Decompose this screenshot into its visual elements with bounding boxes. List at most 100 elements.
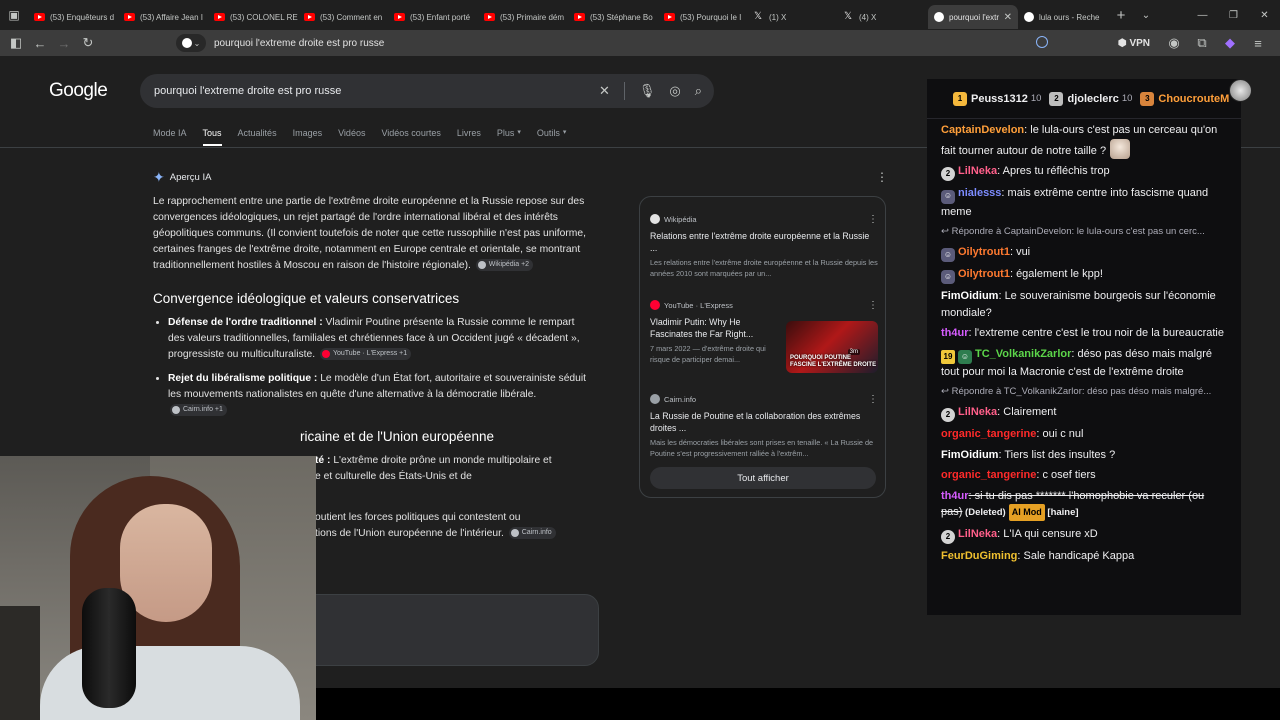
x-icon: 𝕏 xyxy=(844,11,853,22)
source-title[interactable]: Vladimir Putin: Why He Fascinates the Fa… xyxy=(650,317,780,340)
tab-plus[interactable]: Plus xyxy=(497,128,515,146)
mic-icon[interactable]: 🎙 xyxy=(639,83,656,99)
chat-username[interactable]: LilNeka xyxy=(958,528,997,540)
browser-tab[interactable]: (53) Affaire Jean I xyxy=(118,5,208,29)
source-card[interactable]: Wikipédia ⋮ Relations entre l'extrême dro… xyxy=(650,213,878,279)
reply-context[interactable]: ↩ Répondre à TC_VolkanikZarlor: déso pas… xyxy=(941,384,1227,401)
address-text[interactable]: pourquoi l'extreme droite est pro russe xyxy=(214,38,384,49)
source-title[interactable]: La Russie de Poutine et la collaboration… xyxy=(650,411,878,434)
source-chip[interactable]: Cairn.info xyxy=(508,527,556,540)
leader-name[interactable]: djoleclerc xyxy=(1067,93,1118,105)
profile-icon[interactable]: ◉ xyxy=(1162,31,1186,55)
browser-tab[interactable]: 𝕏 (1) X xyxy=(748,5,838,29)
restore-icon[interactable]: ❐ xyxy=(1218,0,1249,30)
browser-tab[interactable]: 𝕏 (4) X xyxy=(838,5,928,29)
vpn-button[interactable]: ⬢ VPN xyxy=(1118,38,1150,49)
chat-username[interactable]: th4ur xyxy=(941,490,969,502)
chat-username[interactable]: Oilytrout1 xyxy=(958,246,1010,258)
tab-outils[interactable]: Outils xyxy=(537,128,560,146)
user-badge-icon: ☺ xyxy=(941,270,955,284)
show-all-button[interactable]: Tout afficher xyxy=(650,467,876,489)
leader-name[interactable]: Peuss1312 xyxy=(971,93,1028,105)
tab-title: (53) Comment en xyxy=(320,12,383,22)
lens-icon[interactable]: ◎ xyxy=(669,83,680,99)
source-title[interactable]: Relations entre l'extrême droite europée… xyxy=(650,231,878,254)
source-site: Wikipédia xyxy=(664,214,697,224)
tab-search-icon[interactable]: ▣ xyxy=(0,0,28,30)
source-card[interactable]: Cairn.info ⋮ La Russie de Poutine et la c… xyxy=(650,393,878,459)
close-tab-icon[interactable]: ✕ xyxy=(1000,12,1012,23)
search-icon[interactable]: ⌕ xyxy=(695,83,702,99)
tab-list-dropdown[interactable]: ⌄ xyxy=(1134,10,1158,21)
leader-name[interactable]: ChoucrouteM xyxy=(1158,93,1229,105)
browser-tab[interactable]: (53) Primaire dém xyxy=(478,5,568,29)
tab-images[interactable]: Images xyxy=(293,128,323,146)
chat-username[interactable]: FimOidium xyxy=(941,290,998,302)
tab-livres[interactable]: Livres xyxy=(457,128,481,146)
browser-tab[interactable]: (53) Enquêteurs d xyxy=(28,5,118,29)
browser-tab[interactable]: lula ours - Reche xyxy=(1018,5,1108,29)
browser-tab[interactable]: (53) Enfant porté xyxy=(388,5,478,29)
wallet-icon[interactable]: ◆ xyxy=(1218,31,1242,55)
browser-tab[interactable]: (53) Stéphane Bo xyxy=(568,5,658,29)
chat-username[interactable]: nialesss xyxy=(958,187,1001,199)
clear-icon[interactable]: ✕ xyxy=(599,83,610,99)
tab-vid-os-courtes[interactable]: Vidéos courtes xyxy=(381,128,440,146)
browser-tab[interactable]: (53) Pourquoi le I xyxy=(658,5,748,29)
tab-tous[interactable]: Tous xyxy=(202,128,222,146)
search-input[interactable]: pourquoi l'extreme droite est pro russe xyxy=(154,85,341,97)
chat-message: 2 LilNeka: Clairement xyxy=(941,404,1227,422)
tab-title: (53) Pourquoi le I xyxy=(680,12,742,22)
chat-message: 19 ☺ TC_VolkanikZarlor: déso pas déso mais… xyxy=(941,346,1227,381)
chat-username[interactable]: CaptainDevelon xyxy=(941,124,1024,136)
source-chip[interactable]: Wikipédia +2 xyxy=(475,259,534,272)
source-chip[interactable]: Cairn.info +1 xyxy=(170,404,227,417)
source-chip[interactable]: YouTube · L'Express +1 xyxy=(319,348,412,361)
avatar[interactable] xyxy=(1229,79,1252,102)
chat-username[interactable]: LilNeka xyxy=(958,406,997,418)
chat-username[interactable]: TC_VolkanikZarlor xyxy=(975,348,1071,360)
more-options-icon[interactable]: ⋮ xyxy=(876,170,888,184)
chat-username[interactable]: LilNeka xyxy=(958,165,997,177)
section-heading: ricaine et de l'Union européenne xyxy=(300,429,494,444)
source-card[interactable]: YouTube · L'Express ⋮ Vladimir Putin: Why… xyxy=(650,299,878,373)
more-options-icon[interactable]: ⋮ xyxy=(868,394,878,405)
minimize-icon[interactable]: — xyxy=(1187,0,1218,30)
search-box[interactable]: pourquoi l'extreme droite est pro russe … xyxy=(140,74,714,108)
search-engine-chip[interactable]: ⌄ xyxy=(176,34,206,52)
chat-username[interactable]: FimOidium xyxy=(941,449,998,461)
menu-icon[interactable]: ≡ xyxy=(1246,31,1270,55)
wikipedia-icon xyxy=(477,261,486,270)
reply-context[interactable]: ↩ Répondre à CaptainDevelon: le lula-our… xyxy=(941,224,1227,241)
sparkle-icon: ✦ xyxy=(153,169,165,185)
chat-username[interactable]: organic_tangerine xyxy=(941,428,1036,440)
bullet-text: outient les forces politiques qui contes… xyxy=(315,512,521,523)
tab-mode-ia[interactable]: Mode IA xyxy=(153,128,187,146)
more-options-icon[interactable]: ⋮ xyxy=(868,300,878,311)
tab-actualit-s[interactable]: Actualités xyxy=(238,128,277,146)
reply-text: Répondre à CaptainDevelon: le lula-ours … xyxy=(951,226,1205,237)
google-icon xyxy=(1024,12,1034,22)
chat-username[interactable]: FeurDuGiming xyxy=(941,550,1017,562)
video-thumbnail[interactable]: 3m POURQUOI POUTINE FASCINE L'EXTRÊME DR… xyxy=(786,321,878,373)
webcam-overlay xyxy=(0,456,316,720)
back-button[interactable]: ← xyxy=(28,31,52,55)
extensions-icon[interactable]: ⧉ xyxy=(1190,31,1214,55)
tab-vid-os[interactable]: Vidéos xyxy=(338,128,365,146)
google-logo[interactable]: Google xyxy=(49,80,108,102)
chat-username[interactable]: organic_tangerine xyxy=(941,469,1036,481)
address-bar[interactable]: ⌄ pourquoi l'extreme droite est pro russ… xyxy=(176,32,1056,54)
sidebar-toggle-icon[interactable]: ◧ xyxy=(4,31,28,55)
globe-icon[interactable] xyxy=(1036,36,1048,48)
new-tab-button[interactable]: + xyxy=(1108,7,1134,24)
chat-username[interactable]: th4ur xyxy=(941,327,969,339)
close-window-icon[interactable]: ✕ xyxy=(1249,0,1280,30)
browser-tab[interactable]: (53) Comment en xyxy=(298,5,388,29)
browser-tab[interactable]: pourquoi l'extr ✕ xyxy=(928,5,1018,29)
more-options-icon[interactable]: ⋮ xyxy=(868,214,878,225)
chat-username[interactable]: Oilytrout1 xyxy=(958,268,1010,280)
reload-button[interactable]: ↻ xyxy=(76,31,100,55)
follow-up-box[interactable] xyxy=(300,594,599,666)
forward-button[interactable]: → xyxy=(52,31,76,55)
browser-tab[interactable]: (53) COLONEL RE xyxy=(208,5,298,29)
